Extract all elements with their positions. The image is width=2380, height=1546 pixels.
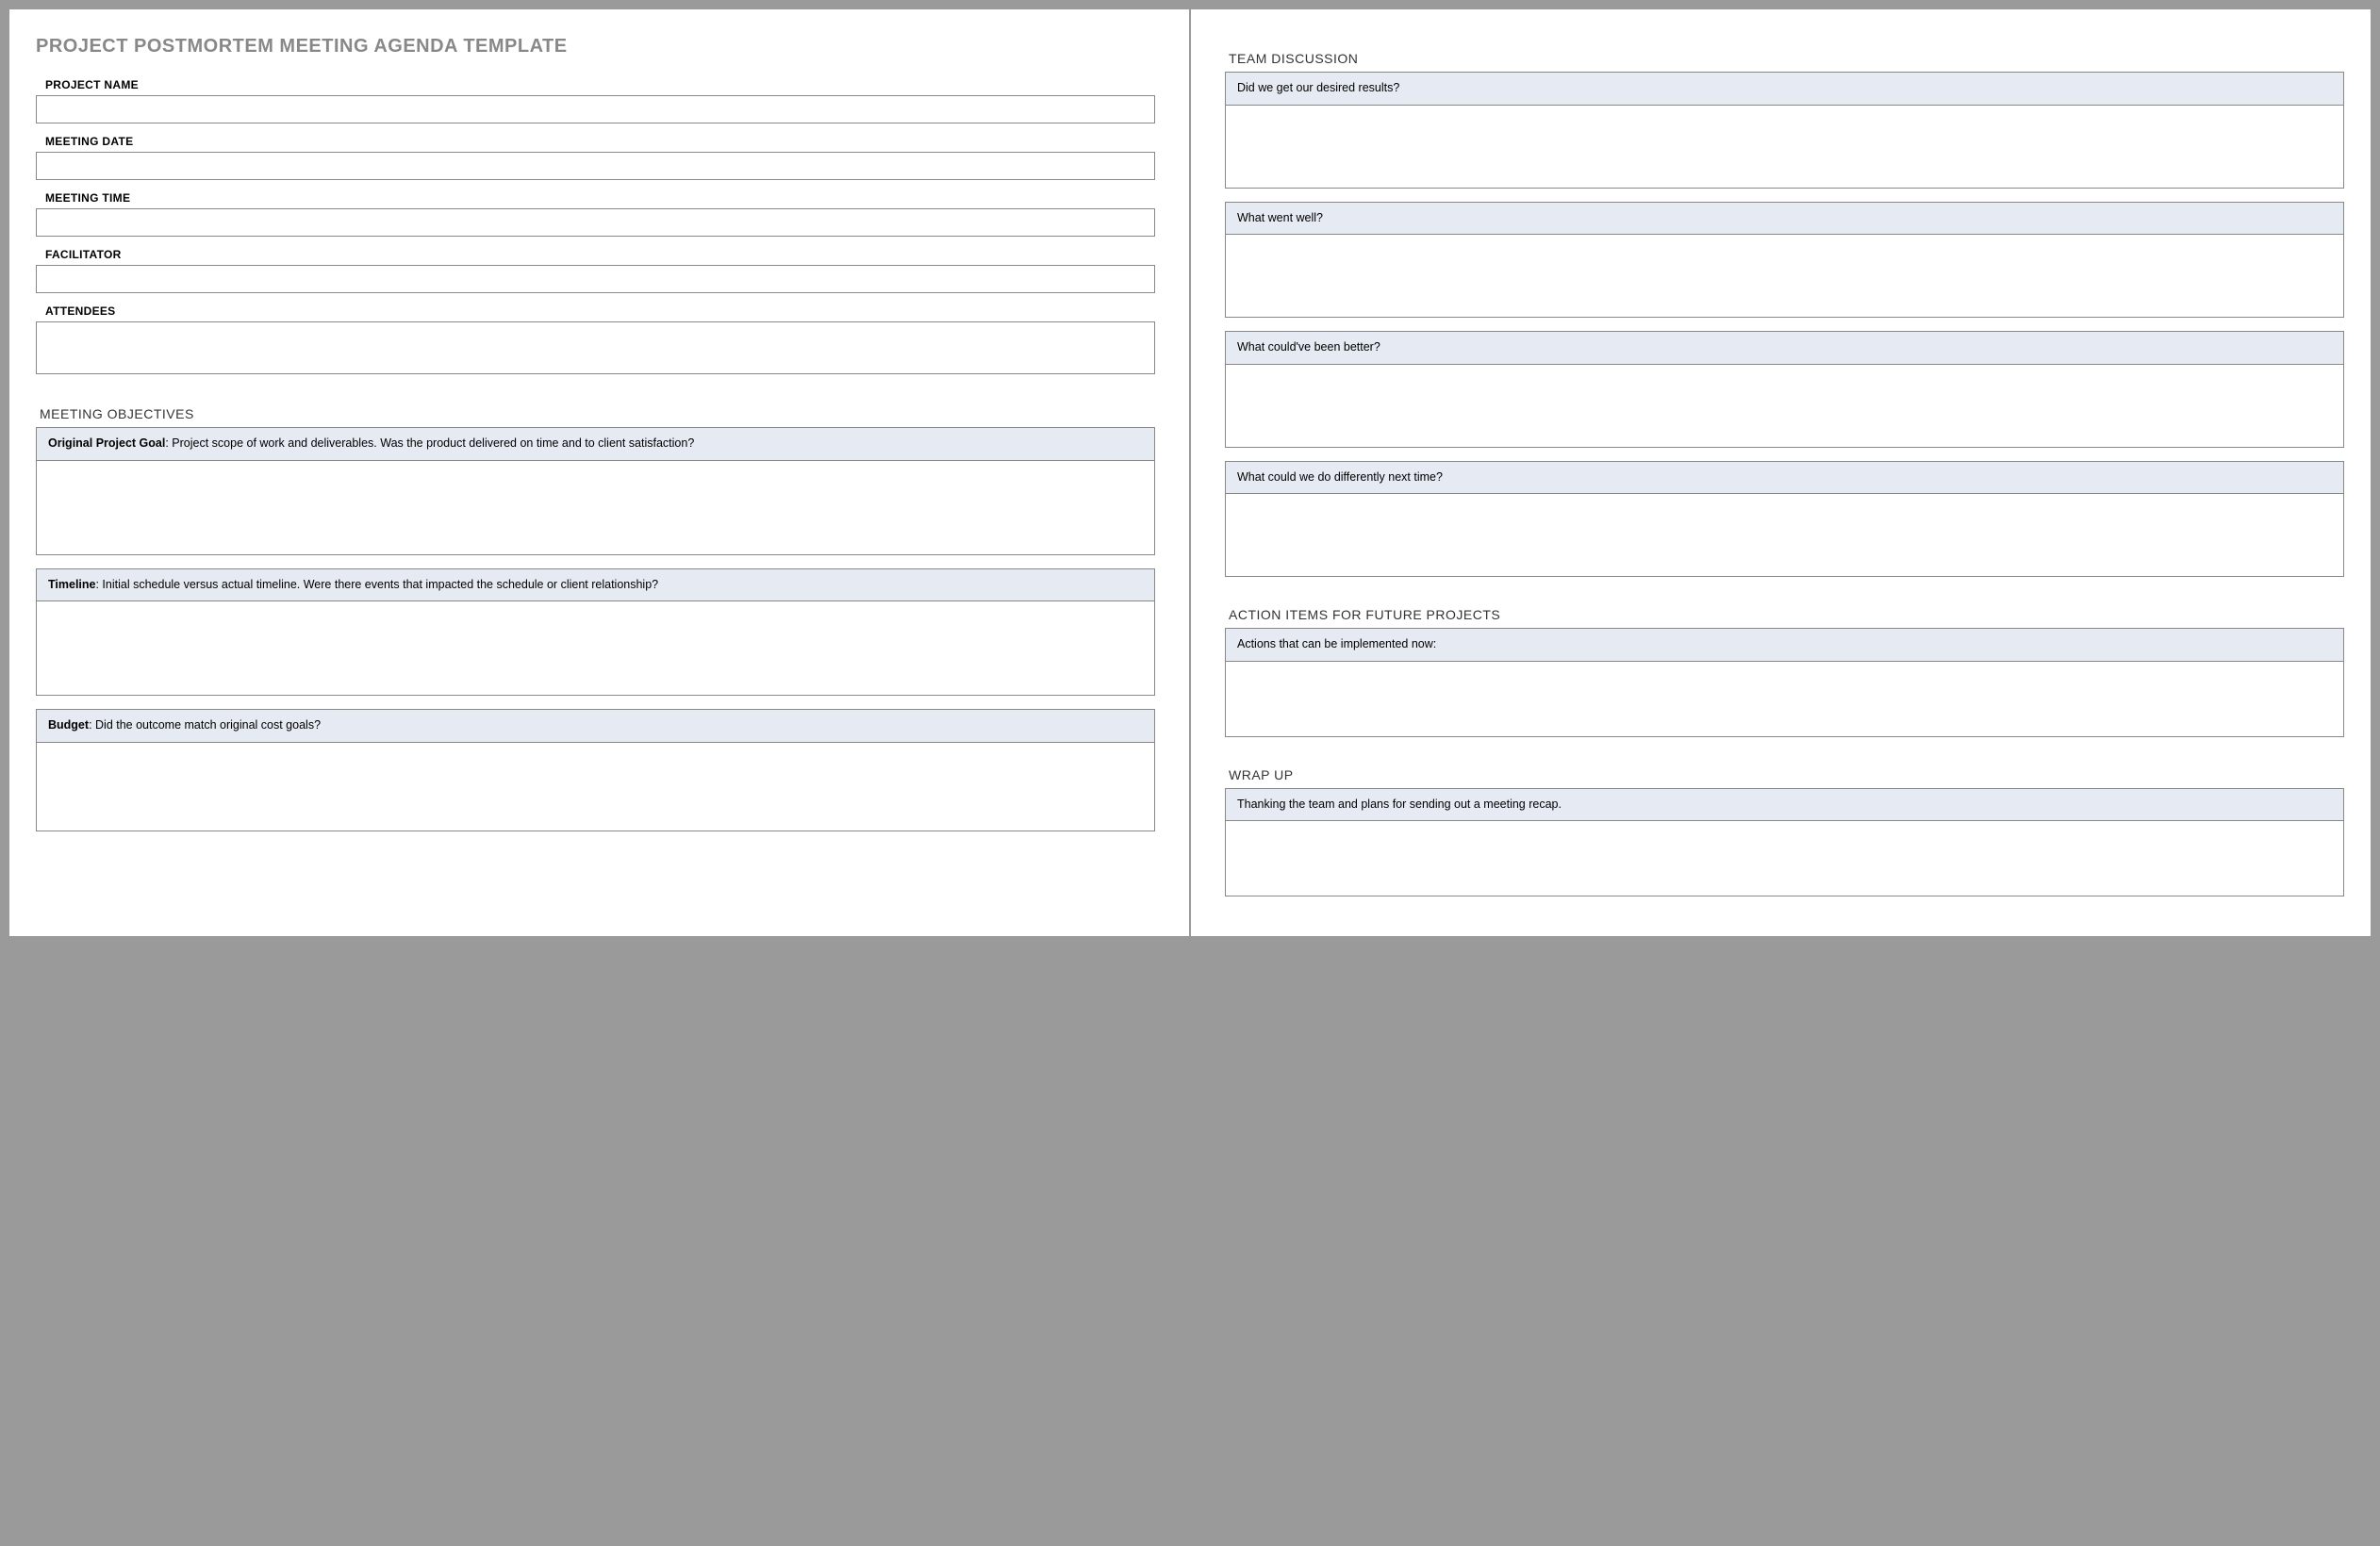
action-items-prompt: Actions that can be implemented now: [1225, 628, 2344, 662]
wrap-up-prompt: Thanking the team and plans for sending … [1225, 788, 2344, 822]
input-facilitator[interactable] [36, 265, 1155, 293]
objective-budget-bold: Budget [48, 718, 89, 732]
heading-action-items: ACTION ITEMS FOR FUTURE PROJECTS [1229, 607, 2344, 622]
objective-timeline-prompt: Timeline: Initial schedule versus actual… [36, 568, 1155, 602]
label-meeting-date: MEETING DATE [45, 135, 1155, 148]
discussion-differently-answer[interactable] [1225, 494, 2344, 577]
heading-team-discussion: TEAM DISCUSSION [1229, 51, 2344, 66]
input-meeting-date[interactable] [36, 152, 1155, 180]
label-meeting-time: MEETING TIME [45, 191, 1155, 205]
discussion-well-prompt: What went well? [1225, 202, 2344, 236]
label-attendees: ATTENDEES [45, 304, 1155, 318]
label-facilitator: FACILITATOR [45, 248, 1155, 261]
discussion-better-prompt: What could've been better? [1225, 331, 2344, 365]
input-project-name[interactable] [36, 95, 1155, 123]
objective-budget-answer[interactable] [36, 743, 1155, 831]
document-spread: PROJECT POSTMORTEM MEETING AGENDA TEMPLA… [9, 9, 2371, 936]
heading-wrap-up: WRAP UP [1229, 767, 2344, 782]
wrap-up-answer[interactable] [1225, 821, 2344, 896]
page-right: TEAM DISCUSSION Did we get our desired r… [1189, 9, 2371, 936]
objective-goal-text: : Project scope of work and deliverables… [165, 436, 694, 450]
discussion-well-answer[interactable] [1225, 235, 2344, 318]
label-project-name: PROJECT NAME [45, 78, 1155, 91]
heading-meeting-objectives: MEETING OBJECTIVES [40, 406, 1155, 421]
objective-budget-text: : Did the outcome match original cost go… [89, 718, 321, 732]
page-title: PROJECT POSTMORTEM MEETING AGENDA TEMPLA… [36, 36, 1155, 58]
input-meeting-time[interactable] [36, 208, 1155, 237]
objective-timeline-bold: Timeline [48, 578, 95, 591]
discussion-results-answer[interactable] [1225, 106, 2344, 189]
objective-timeline-text: : Initial schedule versus actual timelin… [95, 578, 658, 591]
objective-goal-answer[interactable] [36, 461, 1155, 555]
discussion-results-prompt: Did we get our desired results? [1225, 72, 2344, 106]
action-items-answer[interactable] [1225, 662, 2344, 737]
discussion-differently-prompt: What could we do differently next time? [1225, 461, 2344, 495]
objective-budget-prompt: Budget: Did the outcome match original c… [36, 709, 1155, 743]
objective-goal-prompt: Original Project Goal: Project scope of … [36, 427, 1155, 461]
page-left: PROJECT POSTMORTEM MEETING AGENDA TEMPLA… [9, 9, 1189, 936]
objective-goal-bold: Original Project Goal [48, 436, 165, 450]
discussion-better-answer[interactable] [1225, 365, 2344, 448]
input-attendees[interactable] [36, 321, 1155, 374]
objective-timeline-answer[interactable] [36, 601, 1155, 696]
